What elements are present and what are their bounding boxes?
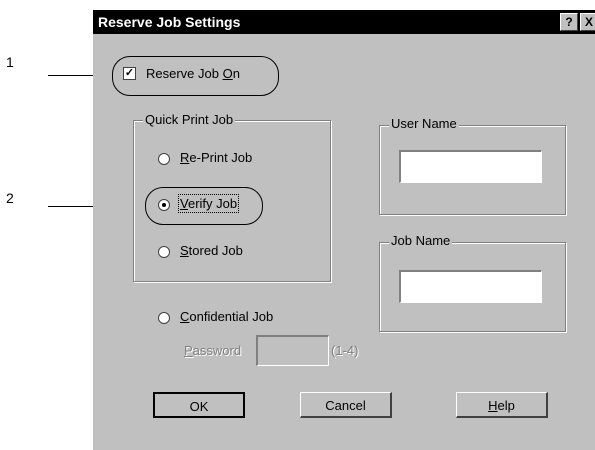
user-name-title: User Name <box>389 116 459 131</box>
verify-job-label[interactable]: Verify Job <box>177 194 240 213</box>
callout-number-1: 1 <box>6 54 14 70</box>
close-icon[interactable]: X <box>580 13 595 31</box>
verify-job-radio[interactable] <box>158 199 170 211</box>
reserve-job-settings-dialog: Reserve Job Settings ? X ✓ Reserve Job O… <box>93 10 595 450</box>
reprint-job-label[interactable]: Re-Print Job <box>180 150 252 165</box>
quick-print-job-title: Quick Print Job <box>143 112 236 127</box>
job-name-input[interactable] <box>399 270 542 303</box>
callout-number-2: 2 <box>6 190 14 206</box>
title-bar[interactable]: Reserve Job Settings ? X <box>93 10 595 34</box>
reprint-job-radio[interactable] <box>158 153 170 165</box>
reserve-job-checkbox[interactable]: ✓ <box>123 67 136 80</box>
dialog-title: Reserve Job Settings <box>98 14 241 30</box>
password-label: Password <box>184 343 242 358</box>
help-icon[interactable]: ? <box>560 13 578 31</box>
confidential-job-radio[interactable] <box>158 312 170 324</box>
user-name-input[interactable] <box>399 150 542 183</box>
job-name-title: Job Name <box>389 233 453 248</box>
reserve-job-label[interactable]: Reserve Job On <box>146 66 240 81</box>
password-hint: (1-4) <box>331 343 359 358</box>
stored-job-radio[interactable] <box>158 246 170 258</box>
cancel-button[interactable]: Cancel <box>300 392 392 418</box>
confidential-job-label[interactable]: Confidential Job <box>180 309 273 324</box>
help-button[interactable]: Help <box>456 392 548 418</box>
ok-button[interactable]: OK <box>153 392 245 418</box>
stored-job-label[interactable]: Stored Job <box>180 243 243 258</box>
password-field[interactable] <box>256 335 329 366</box>
